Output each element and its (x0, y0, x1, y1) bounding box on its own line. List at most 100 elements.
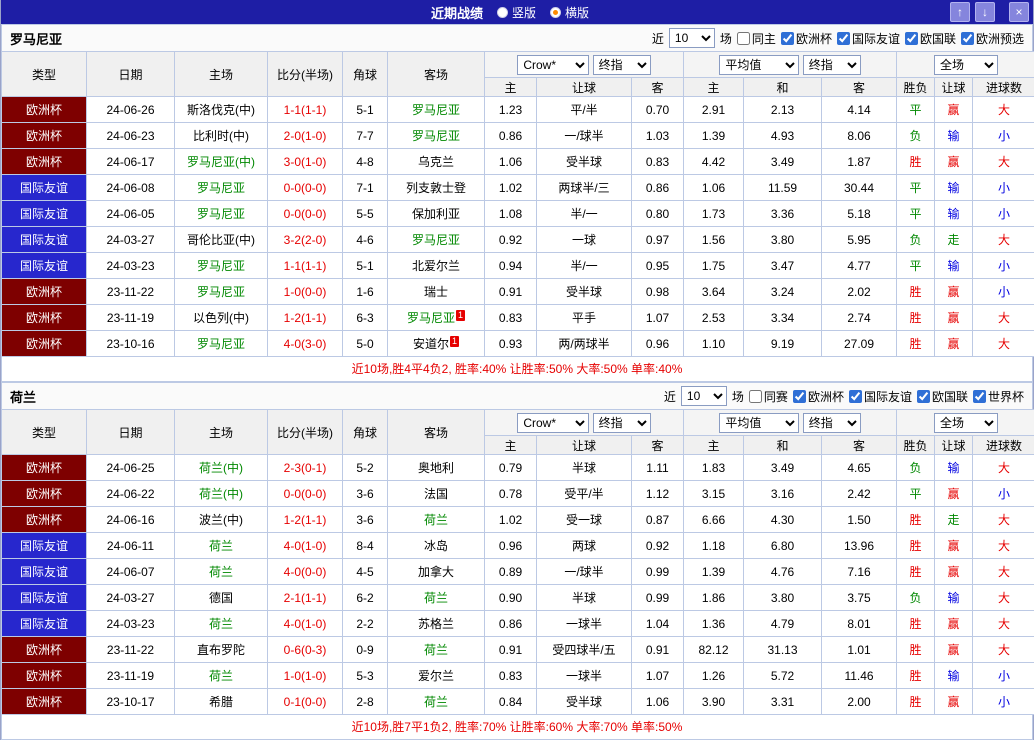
handicap-line-cell: 受半球 (537, 279, 632, 305)
team-label: 波兰(中) (199, 513, 243, 527)
col-type-header: 类型 (2, 410, 87, 455)
euro-draw-odds-cell: 2.13 (744, 97, 822, 123)
competition-checkbox[interactable] (905, 32, 918, 45)
score-cell: 2-3(0-1) (268, 455, 343, 481)
match-row: 欧洲杯 24-06-22 荷兰(中) 0-0(0-0) 3-6 法国 0.78 … (2, 481, 1034, 507)
result-cell: 平 (897, 253, 935, 279)
handicap-result-cell: 赢 (935, 533, 973, 559)
away-team-cell: 北爱尔兰 (388, 253, 485, 279)
handicap-result-cell: 输 (935, 201, 973, 227)
handicap-odds-source-select[interactable]: Crow* (517, 413, 589, 433)
team-label: 荷兰 (209, 617, 233, 631)
match-count-select[interactable]: 10 (669, 28, 715, 48)
europe-final-odds-select[interactable]: 终指 (803, 55, 861, 75)
team-label: 法国 (424, 487, 448, 501)
filter-bar: 近 10 场 同赛 欧洲杯国际友谊欧国联世界杯 (664, 386, 1024, 406)
score-cell: 2-0(1-0) (268, 123, 343, 149)
competition-cell: 国际友谊 (2, 175, 87, 201)
home-team-cell: 荷兰(中) (175, 481, 268, 507)
corner-cell: 4-5 (343, 559, 388, 585)
move-down-button[interactable]: ↓ (975, 2, 995, 22)
section-bar: 荷兰 近 10 场 同赛 欧洲杯国际友谊欧国联世界杯 (1, 382, 1033, 409)
same-filter-checkbox[interactable] (749, 390, 762, 403)
goals-result-cell: 大 (973, 331, 1034, 357)
competition-checkbox[interactable] (781, 32, 794, 45)
same-filter[interactable]: 同赛 (749, 388, 788, 405)
handicap-result-cell: 输 (935, 455, 973, 481)
handicap-home-odds-cell: 0.83 (485, 663, 537, 689)
same-filter[interactable]: 同主 (737, 30, 776, 47)
window-title: 近期战绩 (431, 3, 483, 22)
col-eu-home-header: 主 (684, 436, 744, 455)
col-ah-line-header: 让球 (537, 436, 632, 455)
handicap-line-cell: 半球 (537, 455, 632, 481)
close-button[interactable]: × (1009, 2, 1029, 22)
euro-draw-odds-cell: 3.34 (744, 305, 822, 331)
competition-cell: 欧洲杯 (2, 507, 87, 533)
handicap-odds-source-select[interactable]: Crow* (517, 55, 589, 75)
move-up-button[interactable]: ↑ (950, 2, 970, 22)
corner-cell: 8-4 (343, 533, 388, 559)
home-team-cell: 罗马尼亚 (175, 279, 268, 305)
home-team-cell: 荷兰 (175, 533, 268, 559)
scope-select[interactable]: 全场 (934, 413, 998, 433)
competition-filter[interactable]: 欧国联 (905, 30, 956, 47)
team-label: 苏格兰 (418, 617, 454, 631)
competition-filter[interactable]: 欧洲预选 (961, 30, 1024, 47)
handicap-line-cell: 两/两球半 (537, 331, 632, 357)
layout-radio[interactable]: 横版 (550, 4, 589, 21)
europe-final-odds-select[interactable]: 终指 (803, 413, 861, 433)
euro-draw-odds-cell: 3.24 (744, 279, 822, 305)
layout-radio[interactable]: 竖版 (497, 4, 536, 21)
handicap-final-odds-select[interactable]: 终指 (593, 55, 651, 75)
competition-cell: 国际友谊 (2, 227, 87, 253)
competition-checkbox[interactable] (917, 390, 930, 403)
team-label: 罗马尼亚(中) (187, 155, 255, 169)
match-count-select[interactable]: 10 (681, 386, 727, 406)
recent-results-window: 近期战绩 竖版横版 ↑ ↓ × 罗马尼亚 近 10 场 同主 欧洲杯国际友谊欧国… (0, 0, 1034, 740)
score-cell: 3-0(1-0) (268, 149, 343, 175)
competition-filter[interactable]: 国际友谊 (837, 30, 900, 47)
down-arrow-icon: ↓ (982, 5, 988, 19)
handicap-result-cell: 赢 (935, 279, 973, 305)
col-home-header: 主场 (175, 410, 268, 455)
same-filter-checkbox[interactable] (737, 32, 750, 45)
competition-filter[interactable]: 世界杯 (973, 388, 1024, 405)
goals-result-cell: 大 (973, 227, 1034, 253)
home-team-cell: 罗马尼亚 (175, 175, 268, 201)
competition-filter[interactable]: 欧洲杯 (781, 30, 832, 47)
goals-result-cell: 小 (973, 175, 1034, 201)
competition-filter[interactable]: 欧洲杯 (793, 388, 844, 405)
competition-checkbox[interactable] (973, 390, 986, 403)
date-cell: 24-03-23 (87, 611, 175, 637)
col-ah-home-header: 主 (485, 78, 537, 97)
result-cell: 胜 (897, 689, 935, 715)
scope-select[interactable]: 全场 (934, 55, 998, 75)
team-label: 比利时(中) (193, 129, 249, 143)
competition-cell: 国际友谊 (2, 201, 87, 227)
competition-filter[interactable]: 欧国联 (917, 388, 968, 405)
corner-cell: 5-1 (343, 253, 388, 279)
handicap-home-odds-cell: 0.92 (485, 227, 537, 253)
team-label: 爱尔兰 (418, 669, 454, 683)
euro-draw-odds-cell: 9.19 (744, 331, 822, 357)
competition-checkbox[interactable] (849, 390, 862, 403)
handicap-final-odds-select[interactable]: 终指 (593, 413, 651, 433)
handicap-result-cell: 输 (935, 175, 973, 201)
away-team-cell: 奥地利 (388, 455, 485, 481)
competition-checkbox[interactable] (837, 32, 850, 45)
competition-checkbox[interactable] (793, 390, 806, 403)
goals-result-cell: 小 (973, 279, 1034, 305)
near-label: 近 (664, 388, 676, 405)
competition-checkbox[interactable] (961, 32, 974, 45)
competition-filter[interactable]: 国际友谊 (849, 388, 912, 405)
away-team-cell: 荷兰 (388, 585, 485, 611)
team-label: 罗马尼亚 (407, 311, 455, 325)
europe-odds-source-select[interactable]: 平均值 (719, 413, 799, 433)
competition-cell: 欧洲杯 (2, 689, 87, 715)
competition-cell: 国际友谊 (2, 559, 87, 585)
euro-draw-odds-cell: 3.80 (744, 585, 822, 611)
handicap-line-cell: 受半球 (537, 689, 632, 715)
europe-odds-source-select[interactable]: 平均值 (719, 55, 799, 75)
euro-home-odds-cell: 1.39 (684, 123, 744, 149)
